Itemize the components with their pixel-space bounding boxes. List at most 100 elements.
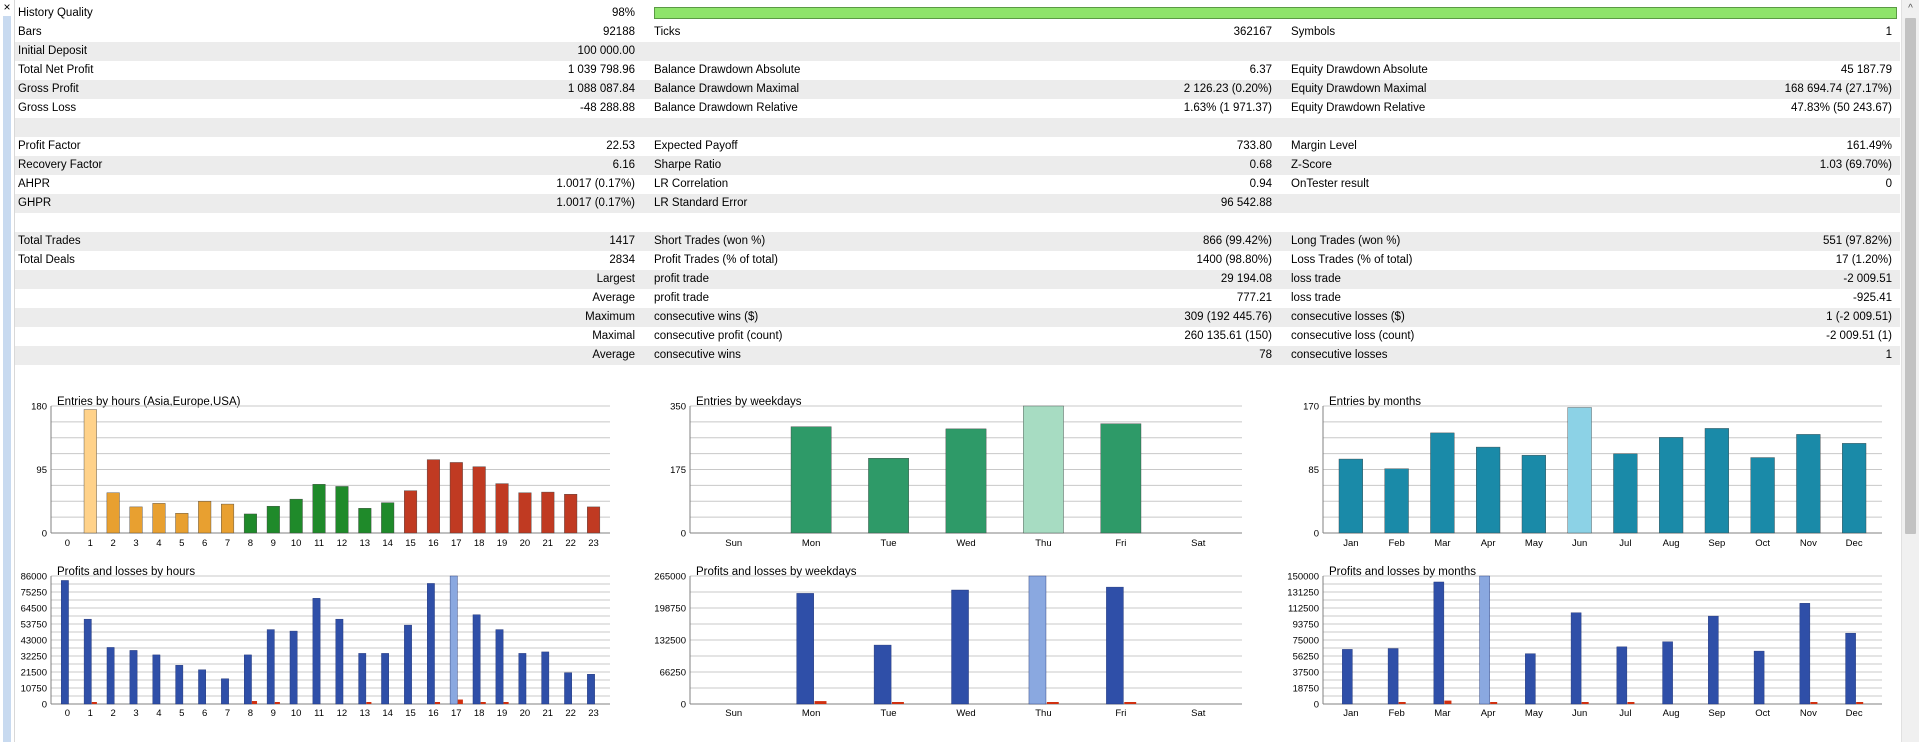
x-tick-label: 11	[314, 538, 324, 549]
y-tick-label: 85	[1308, 465, 1319, 476]
stats-row: Average consecutive wins 78 consecutive los…	[15, 346, 1900, 365]
x-tick-label: Nov	[1800, 708, 1817, 719]
stats-row: Gross Profit 1 088 087.84 Balance Drawdown…	[15, 80, 1900, 99]
x-tick-label: Jul	[1619, 708, 1631, 719]
x-tick-label: 9	[271, 538, 276, 549]
stats-row	[15, 365, 1900, 384]
profit-bar	[61, 580, 69, 705]
profit-bar	[427, 583, 435, 705]
x-tick-label: Wed	[956, 708, 975, 719]
bar	[266, 505, 280, 534]
stats-value-2: 733.80	[1236, 140, 1272, 152]
profit-bar	[1570, 612, 1582, 705]
bar	[243, 513, 257, 534]
bar	[1430, 432, 1455, 534]
x-tick-label: 3	[133, 708, 138, 719]
x-tick-label: 23	[588, 708, 599, 719]
x-tick-label: Sat	[1191, 538, 1206, 549]
y-tick-label: 170	[1303, 402, 1319, 413]
y-tick-label: 56250	[1293, 652, 1319, 663]
x-tick-label: Wed	[956, 538, 975, 549]
x-tick-label: 22	[565, 538, 576, 549]
loss-bar	[1810, 702, 1818, 704]
bar	[312, 484, 326, 534]
profit-bar	[152, 654, 161, 705]
bar	[381, 502, 395, 534]
stats-row	[15, 118, 1900, 137]
stats-value-3: 45 187.79	[1840, 64, 1892, 76]
bar	[175, 513, 189, 534]
bar	[335, 486, 349, 534]
x-tick-label: Mon	[802, 708, 820, 719]
x-tick-label: 23	[588, 538, 599, 549]
x-tick-label: 7	[225, 538, 230, 549]
x-tick-label: 1	[88, 538, 93, 549]
vertical-scrollbar[interactable]: ^	[1901, 0, 1919, 742]
loss-bar	[1398, 702, 1406, 704]
stats-value-2: 78	[1259, 349, 1272, 361]
stats-value-2: 96 542.88	[1220, 197, 1272, 209]
bar	[1659, 437, 1684, 534]
y-tick-label: 150000	[1287, 572, 1319, 583]
x-tick-label: Sun	[725, 708, 742, 719]
stats-label-1: Gross Loss	[18, 102, 77, 114]
stats-label-2: profit trade	[654, 273, 709, 285]
bar	[1384, 468, 1409, 534]
x-tick-label: Dec	[1846, 538, 1863, 549]
bar	[1521, 455, 1546, 534]
stats-label-2: Ticks	[654, 26, 681, 38]
loss-bar	[1581, 702, 1589, 704]
stats-value-1: Largest	[596, 273, 635, 285]
x-tick-label: 6	[202, 538, 207, 549]
x-tick-label: Feb	[1388, 708, 1404, 719]
bar	[83, 409, 97, 534]
y-tick-label: 32250	[21, 652, 47, 663]
x-tick-label: Jan	[1343, 708, 1358, 719]
stats-value-1: -48 288.88	[580, 102, 635, 114]
bar	[221, 503, 235, 534]
stats-value-2: 29 194.08	[1220, 273, 1272, 285]
profit-bar	[1753, 650, 1765, 705]
stats-value-1: Maximal	[592, 330, 635, 342]
profit-bar	[518, 653, 527, 705]
x-tick-label: 19	[497, 538, 508, 549]
stats-row: Recovery Factor 6.16 Sharpe Ratio 0.68 Z-Sco…	[15, 156, 1900, 175]
bar	[289, 498, 303, 534]
x-tick-label: Sat	[1191, 708, 1206, 719]
profit-bar	[495, 629, 504, 705]
x-tick-label: 16	[428, 538, 439, 549]
stats-row: Maximal consecutive profit (count) 260 135…	[15, 327, 1900, 346]
y-tick-label: 10750	[21, 684, 47, 695]
stats-label-3: OnTester result	[1291, 178, 1369, 190]
scroll-up-arrow-icon[interactable]: ^	[1902, 0, 1919, 17]
close-icon[interactable]: ×	[2, 0, 12, 14]
y-tick-label: 53750	[21, 620, 47, 631]
x-tick-label: 0	[65, 708, 70, 719]
scroll-thumb[interactable]	[1905, 18, 1916, 534]
y-tick-label: 131250	[1287, 588, 1319, 599]
x-tick-label: Aug	[1663, 538, 1680, 549]
stats-value-3: 1 (-2 009.51)	[1826, 311, 1892, 323]
stats-label-3: Long Trades (won %)	[1291, 235, 1401, 247]
bar	[1613, 453, 1638, 534]
stats-row: Total Net Profit 1 039 798.96 Balance Draw…	[15, 61, 1900, 80]
bar	[106, 492, 120, 534]
profit-bar	[381, 653, 389, 705]
y-tick-label: 0	[681, 529, 686, 540]
stats-value-2: 866 (99.42%)	[1202, 235, 1272, 247]
y-tick-label: 265000	[654, 572, 686, 583]
bar	[587, 506, 601, 534]
stats-label-3: Margin Level	[1291, 140, 1357, 152]
y-tick-label: 0	[42, 529, 47, 540]
loss-bar	[480, 702, 486, 704]
loss-bar	[1627, 702, 1635, 704]
stats-label-2: Short Trades (won %)	[654, 235, 766, 247]
bar	[449, 462, 463, 534]
loss-bar	[91, 702, 97, 704]
stats-label-1: Gross Profit	[18, 83, 79, 95]
x-tick-label: 17	[451, 708, 462, 719]
profit-bar	[404, 624, 412, 705]
y-tick-label: 0	[1314, 529, 1319, 540]
stats-value-2: 777.21	[1236, 292, 1272, 304]
stats-value-2: 260 135.61 (150)	[1184, 330, 1272, 342]
